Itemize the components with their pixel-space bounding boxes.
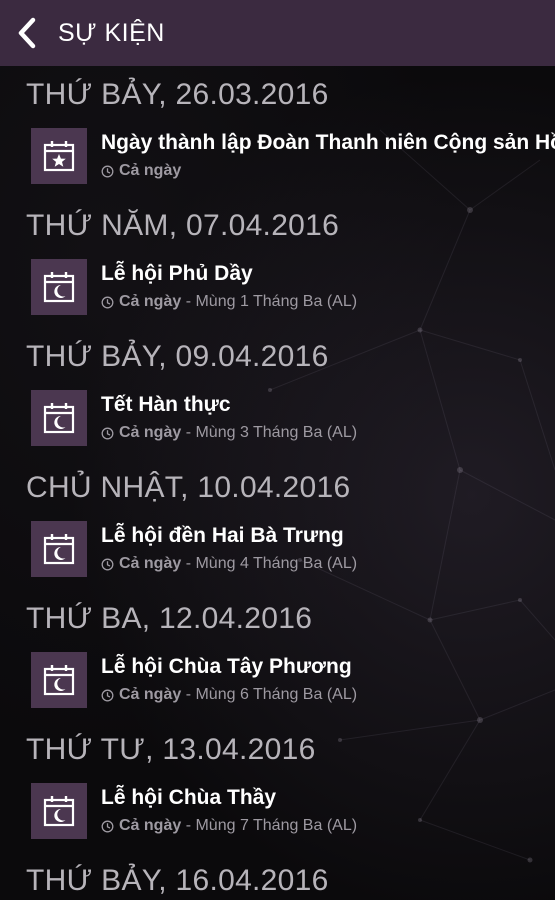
clock-icon <box>101 165 114 178</box>
calendar-moon-icon <box>31 521 87 577</box>
day-group: THỨ NĂM, 07.04.2016 Lễ hội Phủ Dầy Cả ngày… <box>0 197 555 328</box>
event-time: Cả ngày <box>101 162 181 180</box>
app-header: SỰ KIỆN <box>0 0 555 66</box>
all-day-label: Cả ngày <box>119 162 182 179</box>
calendar-moon-icon <box>31 390 87 446</box>
lunar-date: - Mùng 4 Tháng Ba (AL) <box>181 555 358 572</box>
event-time: Cả ngày - Mùng 4 Tháng Ba (AL) <box>101 555 357 573</box>
event-time: Cả ngày - Mùng 3 Tháng Ba (AL) <box>101 424 357 442</box>
event-item[interactable]: Lễ hội Chùa Tây Phương Cả ngày - Mùng 6 T… <box>0 652 555 721</box>
all-day-label: Cả ngày <box>119 293 182 310</box>
day-header: THỨ BẢY, 26.03.2016 <box>26 78 329 111</box>
clock-icon <box>101 820 114 833</box>
day-header: THỨ BA, 12.04.2016 <box>26 602 313 635</box>
all-day-label: Cả ngày <box>119 817 182 834</box>
clock-icon <box>101 558 114 571</box>
event-item[interactable]: Lễ hội Chùa Thầy Cả ngày - Mùng 7 Tháng B… <box>0 783 555 852</box>
all-day-label: Cả ngày <box>119 424 182 441</box>
day-group: THỨ BA, 12.04.2016 Lễ hội Chùa Tây Phương… <box>0 590 555 721</box>
day-group: THỨ BẢY, 09.04.2016 Tết Hàn thực Cả ngày -… <box>0 328 555 459</box>
day-group: THỨ TƯ, 13.04.2016 Lễ hội Chùa Thầy Cả ngà… <box>0 721 555 852</box>
event-title: Ngày thành lập Đoàn Thanh niên Cộng sản … <box>101 131 555 154</box>
event-time: Cả ngày - Mùng 6 Tháng Ba (AL) <box>101 686 357 704</box>
event-item[interactable]: Lễ hội Phủ Dầy Cả ngày - Mùng 1 Tháng Ba … <box>0 259 555 328</box>
lunar-date: - Mùng 6 Tháng Ba (AL) <box>181 686 358 703</box>
back-button[interactable] <box>0 0 54 66</box>
event-item[interactable]: Tết Hàn thực Cả ngày - Mùng 3 Tháng Ba (A… <box>0 390 555 459</box>
all-day-label: Cả ngày <box>119 555 182 572</box>
day-header: THỨ BẢY, 09.04.2016 <box>26 340 329 373</box>
event-title: Tết Hàn thực <box>101 393 231 416</box>
lunar-date: - Mùng 1 Tháng Ba (AL) <box>181 293 358 310</box>
day-group: THỨ BẢY, 26.03.2016 Ngày thành lập Đoàn T… <box>0 66 555 197</box>
event-title: Lễ hội Chùa Tây Phương <box>101 655 352 678</box>
event-title: Lễ hội Chùa Thầy <box>101 786 277 809</box>
event-item[interactable]: Lễ hội đền Hai Bà Trưng Cả ngày - Mùng 4 … <box>0 521 555 590</box>
event-title: Lễ hội đền Hai Bà Trưng <box>101 524 344 547</box>
day-group: CHỦ NHẬT, 10.04.2016 Lễ hội đền Hai Bà Tr… <box>0 459 555 590</box>
day-header: THỨ BẢY, 16.04.2016 <box>26 864 329 897</box>
all-day-label: Cả ngày <box>119 686 182 703</box>
day-header: CHỦ NHẬT, 10.04.2016 <box>26 471 351 504</box>
event-title: Lễ hội Phủ Dầy <box>101 262 253 285</box>
calendar-moon-icon <box>31 652 87 708</box>
page-title: SỰ KIỆN <box>58 18 165 47</box>
event-time: Cả ngày - Mùng 1 Tháng Ba (AL) <box>101 293 357 311</box>
calendar-moon-icon <box>31 783 87 839</box>
lunar-date: - Mùng 3 Tháng Ba (AL) <box>181 424 358 441</box>
day-header: THỨ TƯ, 13.04.2016 <box>26 733 316 766</box>
clock-icon <box>101 427 114 440</box>
clock-icon <box>101 296 114 309</box>
day-header: THỨ NĂM, 07.04.2016 <box>26 209 340 242</box>
day-group: THỨ BẢY, 16.04.2016 <box>0 852 555 900</box>
event-list[interactable]: THỨ BẢY, 26.03.2016 Ngày thành lập Đoàn T… <box>0 66 555 900</box>
calendar-star-icon <box>31 128 87 184</box>
chevron-left-icon <box>18 17 36 49</box>
calendar-moon-icon <box>31 259 87 315</box>
clock-icon <box>101 689 114 702</box>
lunar-date: - Mùng 7 Tháng Ba (AL) <box>181 817 358 834</box>
event-item[interactable]: Ngày thành lập Đoàn Thanh niên Cộng sản … <box>0 128 555 197</box>
event-time: Cả ngày - Mùng 7 Tháng Ba (AL) <box>101 817 357 835</box>
